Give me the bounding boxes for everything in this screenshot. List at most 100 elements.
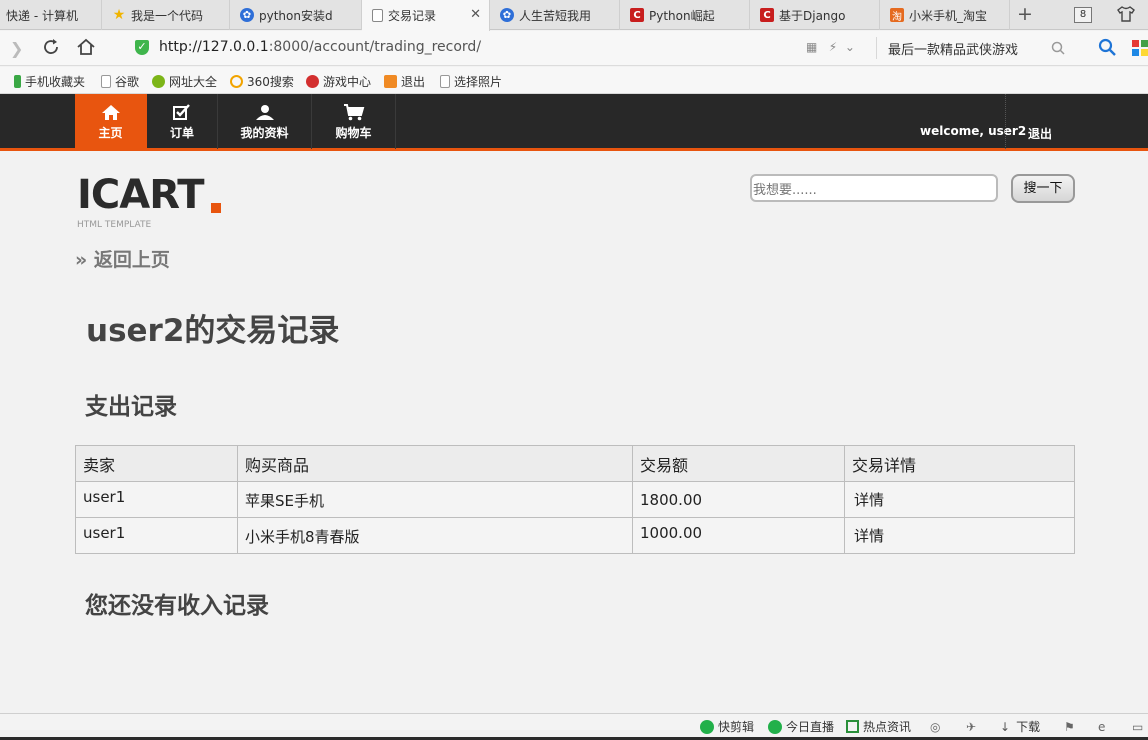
search-button-icon[interactable] (1098, 38, 1116, 60)
amount-cell: 1000.00 (632, 517, 845, 554)
c-logo-icon: C (630, 8, 644, 22)
details-link[interactable]: 详情 (844, 481, 1075, 518)
video-clip-icon (700, 719, 714, 734)
game-center-icon (306, 75, 319, 88)
skin-icon[interactable] (1117, 5, 1135, 27)
home-icon[interactable] (76, 37, 96, 61)
bookmark-item[interactable]: 谷歌 (101, 73, 139, 90)
status-label: 热点资讯 (863, 720, 912, 734)
tab-label: Python崛起 (649, 8, 715, 23)
close-icon[interactable]: ✕ (470, 7, 481, 22)
seller-cell: user1 (75, 517, 238, 554)
browser-tab[interactable]: ★ 我是一个代码 (102, 0, 230, 30)
amount-cell: 1800.00 (632, 481, 845, 518)
qr-lightning-icons[interactable]: ▦ ⚡ ⌄ (806, 40, 855, 54)
status-item[interactable]: 快剪辑 (700, 718, 754, 735)
news-icon (846, 720, 859, 733)
status-label: 下载 (1016, 720, 1041, 734)
back-link[interactable]: » 返回上页 (75, 245, 170, 272)
bookmark-label: 退出 (401, 75, 426, 89)
bookmark-item[interactable]: 选择照片 (440, 73, 502, 90)
tab-count-badge[interactable]: 8 (1074, 7, 1092, 23)
bookmark-label: 谷歌 (115, 75, 140, 89)
tab-label: 小米手机_淘宝 (909, 8, 988, 23)
bookmark-item[interactable]: 游戏中心 (306, 73, 371, 90)
download-icon: ↓ (1000, 719, 1011, 734)
browser-tab[interactable]: C Python崛起 (620, 0, 750, 30)
search-button[interactable]: 搜一下 (1011, 174, 1075, 203)
bookmark-item[interactable]: 手机收藏夹 (14, 73, 85, 90)
nav-label: 订单 (169, 126, 194, 140)
search-icon[interactable] (1051, 40, 1065, 59)
nav-cart[interactable]: 购物车 (312, 94, 396, 149)
status-item[interactable]: ↓ 下载 (1000, 718, 1040, 735)
window-icon[interactable]: ▭ (1132, 720, 1143, 734)
flag-icon[interactable]: ⚑ (1064, 720, 1075, 734)
ie-icon[interactable]: e (1098, 720, 1105, 734)
paw-icon: ✿ (500, 8, 514, 22)
divider (1005, 94, 1006, 149)
bookmark-label: 手机收藏夹 (25, 75, 86, 89)
nav-label: 我的资料 (240, 126, 289, 140)
checkbox-icon (173, 104, 190, 120)
nav-label: 主页 (98, 126, 123, 140)
details-link[interactable]: 详情 (844, 517, 1075, 554)
apps-grid-icon[interactable] (1132, 40, 1148, 56)
nav-home[interactable]: 主页 (75, 94, 147, 149)
divider (876, 37, 877, 59)
welcome-text: welcome, user2 (920, 124, 1027, 138)
url-field[interactable]: http://127.0.0.1:8000/account/trading_re… (159, 39, 481, 55)
nav-orders[interactable]: 订单 (147, 94, 218, 149)
360-search-icon (230, 75, 243, 88)
bookmark-label: 游戏中心 (323, 75, 372, 89)
item-cell: 小米手机8青春版 (237, 517, 633, 554)
logout-link[interactable]: 退出 (1028, 125, 1052, 142)
status-item[interactable]: 热点资讯 (846, 718, 911, 735)
bookmark-item[interactable]: 网址大全 (152, 73, 217, 90)
url-path: :8000/account/trading_record/ (268, 39, 482, 55)
item-cell: 苹果SE手机 (237, 481, 633, 518)
browser-tab-active[interactable]: 交易记录 ✕ (362, 0, 490, 31)
address-bar: ❯ ✓ http://127.0.0.1:8000/account/tradin… (0, 31, 1148, 66)
browser-tab[interactable]: ✿ 人生苦短我用 (490, 0, 620, 30)
browser-tab[interactable]: 快递 - 计算机 (0, 0, 102, 30)
reload-icon[interactable] (41, 37, 61, 61)
site-navbar: 主页 订单 我的资料 购物车 welcome, user2 退出 (0, 94, 1148, 151)
browser-tab[interactable]: ✿ python安装d (230, 0, 362, 30)
navigation-sites-icon (152, 75, 165, 88)
expense-heading: 支出记录 (85, 394, 177, 420)
pin-icon[interactable]: ✈ (966, 720, 976, 734)
speed-icon[interactable]: ◎ (930, 720, 940, 734)
tab-label: 人生苦短我用 (519, 8, 592, 23)
nav-label: 购物车 (335, 126, 372, 140)
status-item[interactable]: 今日直播 (768, 718, 834, 735)
new-tab-icon[interactable]: + (1017, 3, 1033, 25)
bookmark-item[interactable]: 退出 (384, 73, 425, 90)
c-logo-icon: C (760, 8, 774, 22)
home-icon (101, 105, 120, 120)
browser-tab[interactable]: C 基于Django (750, 0, 880, 30)
search-suggestion-text[interactable]: 最后一款精品武侠游戏 (888, 39, 1028, 58)
column-header: 交易详情 (844, 445, 1075, 482)
tab-label: 快递 - 计算机 (6, 8, 78, 23)
income-heading: 您还没有收入记录 (85, 593, 269, 619)
page-icon (101, 75, 111, 88)
status-label: 今日直播 (786, 720, 835, 734)
cart-icon (343, 104, 364, 121)
logo-subtitle: HTML TEMPLATE (77, 220, 152, 230)
browser-tab[interactable]: 淘 小米手机_淘宝 (880, 0, 1010, 30)
live-icon (768, 719, 782, 734)
page-icon (372, 9, 383, 22)
search-input[interactable] (750, 174, 998, 202)
column-header: 交易额 (632, 445, 845, 482)
url-host: http://127.0.0.1 (159, 39, 269, 55)
forward-icon[interactable]: ❯ (10, 39, 23, 58)
phone-icon (14, 75, 21, 88)
exit-icon (384, 75, 397, 88)
table-header-row: 卖家 购买商品 交易额 交易详情 (75, 445, 1075, 482)
shop-icon: 淘 (890, 8, 904, 23)
security-shield-icon[interactable]: ✓ (135, 40, 149, 55)
nav-profile[interactable]: 我的资料 (218, 94, 312, 149)
site-logo[interactable]: ICART (77, 172, 204, 218)
bookmark-item[interactable]: 360搜索 (230, 73, 294, 90)
